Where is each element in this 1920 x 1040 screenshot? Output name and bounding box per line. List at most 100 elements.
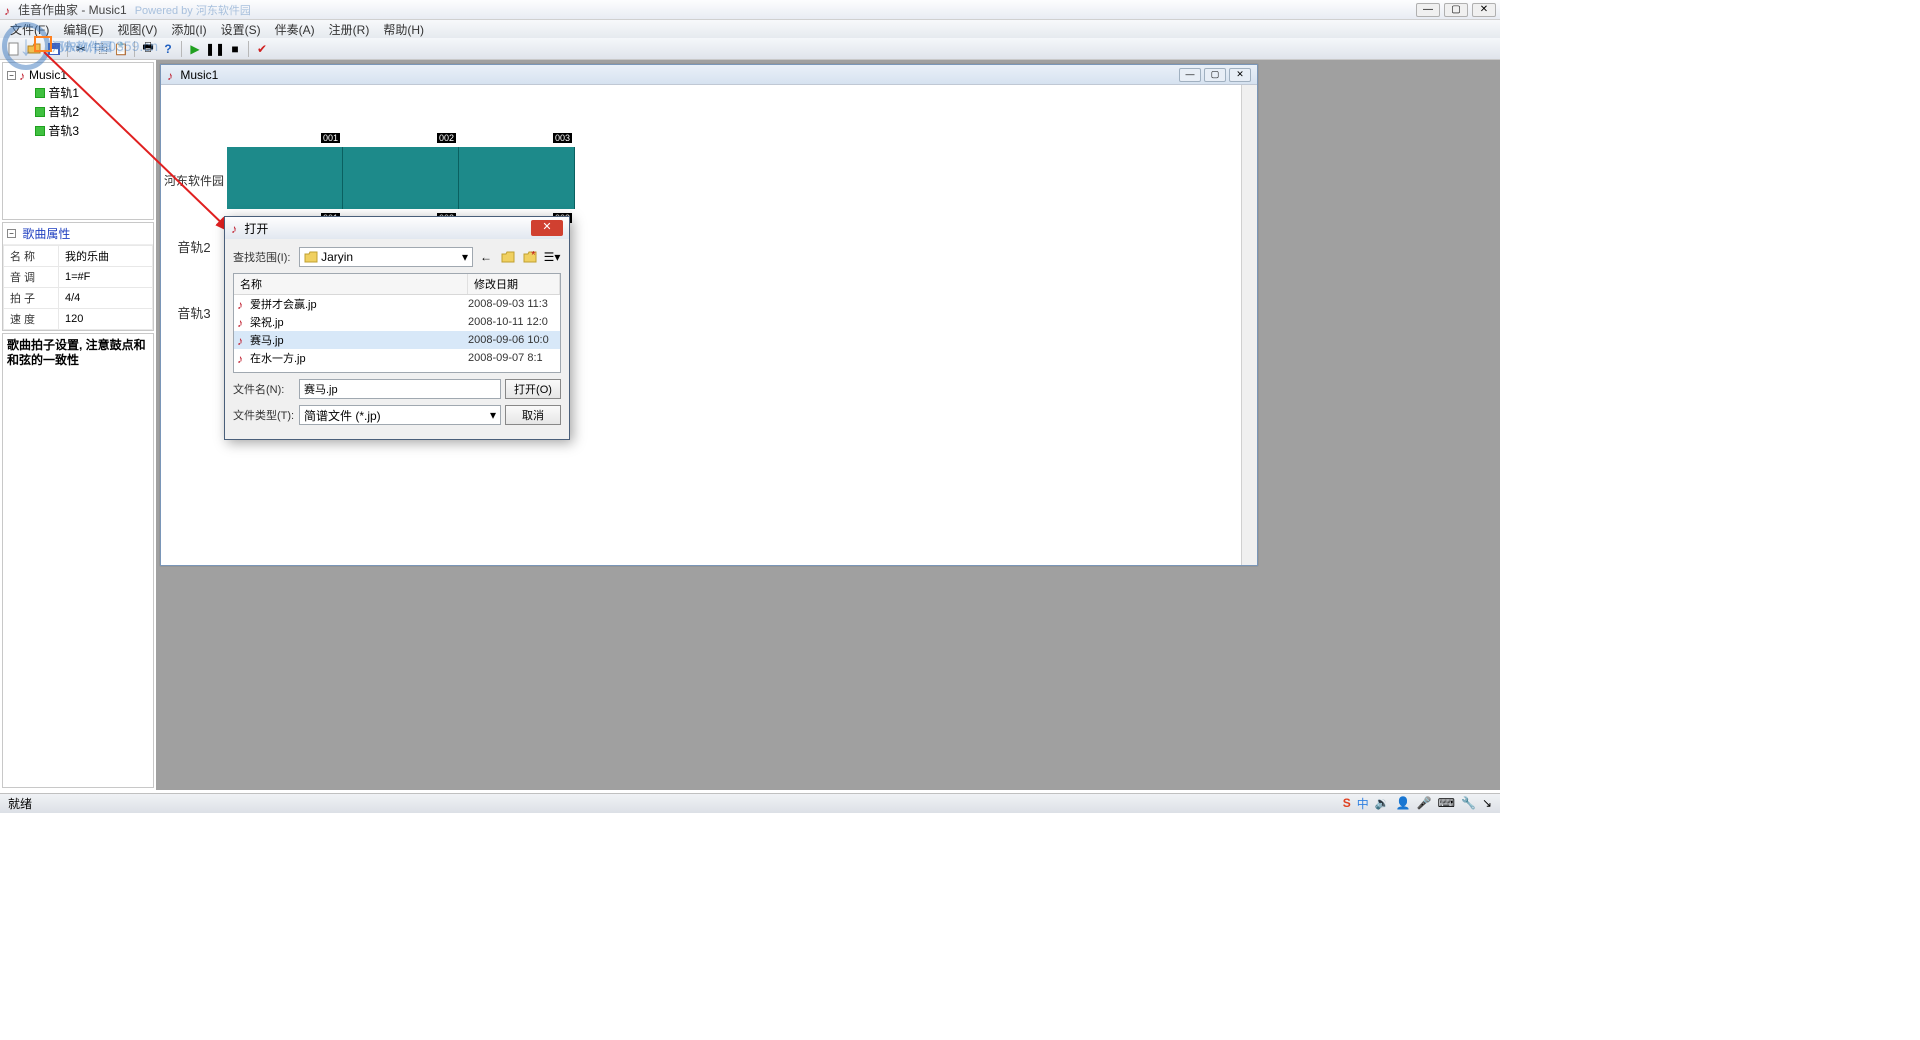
- marker: 001: [321, 133, 340, 143]
- properties-header: − 歌曲属性: [3, 223, 153, 245]
- play-button[interactable]: ▶: [186, 40, 204, 58]
- track-block[interactable]: 002002: [343, 147, 459, 209]
- file-date: 2008-09-07 8:1: [468, 352, 543, 364]
- collapse-icon[interactable]: −: [7, 229, 16, 238]
- tree-track-3-label: 音轨3: [48, 122, 79, 139]
- track-block[interactable]: 001001: [227, 147, 343, 209]
- app-titlebar: 佳音作曲家 - Music1 Powered by 河东软件园 — ▢ ✕: [0, 0, 1500, 20]
- help-pane: 歌曲拍子设置, 注意鼓点和和弦的一致性: [2, 333, 154, 788]
- tray-icon-6[interactable]: ↘: [1482, 796, 1492, 810]
- ime-icon[interactable]: S: [1343, 796, 1351, 810]
- menu-edit[interactable]: 编辑(E): [57, 20, 109, 39]
- ime-lang-icon[interactable]: 中: [1357, 795, 1369, 812]
- view-menu-button[interactable]: ☰▾: [543, 248, 561, 266]
- col-name[interactable]: 名称: [234, 274, 468, 294]
- doc-minimize-button[interactable]: —: [1179, 68, 1201, 82]
- pause-button[interactable]: ❚❚: [206, 40, 224, 58]
- prop-row-tempo[interactable]: 速 度120: [4, 309, 153, 330]
- tree-root[interactable]: − Music1: [7, 67, 149, 83]
- folder-icon: [304, 251, 318, 263]
- new-folder-button[interactable]: *: [521, 248, 539, 266]
- back-button[interactable]: ←: [477, 248, 495, 266]
- tree-track-3[interactable]: 音轨3: [7, 121, 149, 140]
- doc-titlebar[interactable]: Music1 — ▢ ✕: [161, 65, 1257, 85]
- prop-key: 音 调: [4, 267, 59, 288]
- system-tray: S 中 🔉 👤 🎤 ⌨ 🔧 ↘: [1335, 793, 1500, 813]
- doc-close-button[interactable]: ✕: [1229, 68, 1251, 82]
- prop-value: 120: [59, 309, 153, 330]
- dialog-titlebar[interactable]: 打开 ✕: [225, 217, 569, 239]
- toolbar-sep-3: [181, 41, 182, 57]
- tray-icon-2[interactable]: 👤: [1396, 796, 1411, 810]
- list-item[interactable]: 梁祝.jp2008-10-11 12:0: [234, 313, 560, 331]
- check-button[interactable]: ✔: [253, 40, 271, 58]
- tree-track-1[interactable]: 音轨1: [7, 83, 149, 102]
- minimize-button[interactable]: —: [1416, 3, 1440, 17]
- menu-add[interactable]: 添加(I): [165, 20, 212, 39]
- prop-key: 速 度: [4, 309, 59, 330]
- file-icon: [237, 298, 247, 310]
- dialog-close-button[interactable]: ✕: [531, 220, 563, 236]
- menu-settings[interactable]: 设置(S): [215, 20, 267, 39]
- dialog-nav-toolbar: ← * ☰▾: [477, 248, 561, 266]
- menu-register[interactable]: 注册(R): [323, 20, 376, 39]
- vertical-scrollbar[interactable]: [1241, 85, 1257, 565]
- cancel-button[interactable]: 取消: [505, 405, 561, 425]
- tree-root-label: Music1: [29, 68, 67, 82]
- up-button[interactable]: [499, 248, 517, 266]
- file-name: 爱拼才会赢.jp: [250, 296, 468, 312]
- tree-toggle-icon[interactable]: −: [7, 71, 16, 80]
- list-item[interactable]: 赛马.jp2008-09-06 10:0: [234, 331, 560, 349]
- maximize-button[interactable]: ▢: [1444, 3, 1468, 17]
- list-item[interactable]: 在水一方.jp2008-09-07 8:1: [234, 349, 560, 367]
- track-3-label: 音轨3: [161, 279, 227, 345]
- properties-title: 歌曲属性: [22, 225, 70, 242]
- close-button[interactable]: ✕: [1472, 3, 1496, 17]
- tray-icon-3[interactable]: 🎤: [1417, 796, 1432, 810]
- menu-accomp[interactable]: 伴奏(A): [269, 20, 321, 39]
- filename-label: 文件名(N):: [233, 381, 295, 397]
- help-button[interactable]: ?: [159, 40, 177, 58]
- prop-value: 4/4: [59, 288, 153, 309]
- col-date[interactable]: 修改日期: [468, 274, 560, 294]
- doc-icon: [167, 69, 177, 81]
- tray-icon-5[interactable]: 🔧: [1461, 796, 1476, 810]
- doc-maximize-button[interactable]: ▢: [1204, 68, 1226, 82]
- open-button[interactable]: [25, 40, 43, 58]
- window-controls: — ▢ ✕: [1416, 3, 1496, 17]
- open-dialog: 打开 ✕ 查找范围(I): Jaryin ▾ ← * ☰▾ 名称 修改日期: [224, 216, 570, 440]
- filetype-row: 文件类型(T): 简谱文件 (*.jp) ▾ 取消: [233, 405, 561, 425]
- menu-file[interactable]: 文件(F): [4, 20, 55, 39]
- file-list-header: 名称 修改日期: [234, 274, 560, 295]
- stop-button[interactable]: ■: [226, 40, 244, 58]
- menu-view[interactable]: 视图(V): [111, 20, 163, 39]
- list-item[interactable]: 爱拼才会赢.jp2008-09-03 11:3: [234, 295, 560, 313]
- dialog-body: 查找范围(I): Jaryin ▾ ← * ☰▾ 名称 修改日期 爱拼才会赢.j…: [225, 239, 569, 439]
- new-button[interactable]: [5, 40, 23, 58]
- menu-help[interactable]: 帮助(H): [377, 20, 430, 39]
- track-block[interactable]: 003003: [459, 147, 575, 209]
- track-icon: [35, 88, 45, 98]
- app-icon: [4, 4, 14, 16]
- open-confirm-button[interactable]: 打开(O): [505, 379, 561, 399]
- title-extras: Powered by 河东软件园: [135, 2, 251, 18]
- folder-combo[interactable]: Jaryin ▾: [299, 247, 473, 267]
- track-1[interactable]: 河东软件园 001001 002002 003003: [161, 147, 1257, 213]
- file-list-body[interactable]: 爱拼才会赢.jp2008-09-03 11:3 梁祝.jp2008-10-11 …: [234, 295, 560, 373]
- file-name: 赛马.jp: [250, 332, 468, 348]
- prop-row-name[interactable]: 名 称我的乐曲: [4, 246, 153, 267]
- filename-input[interactable]: [299, 379, 501, 399]
- prop-row-key[interactable]: 音 调1=#F: [4, 267, 153, 288]
- file-date: 2008-09-06 10:0: [468, 334, 549, 346]
- chevron-down-icon: ▾: [490, 408, 496, 422]
- toolbar: ✂ ⿻ 📋 🖶 ? ▶ ❚❚ ■ ✔: [0, 38, 1500, 60]
- track-1-content[interactable]: 001001 002002 003003: [227, 147, 1257, 213]
- filetype-combo[interactable]: 简谱文件 (*.jp) ▾: [299, 405, 501, 425]
- tree-track-2[interactable]: 音轨2: [7, 102, 149, 121]
- filename-row: 文件名(N): 打开(O): [233, 379, 561, 399]
- tree-track-1-label: 音轨1: [48, 84, 79, 101]
- tray-icon-4[interactable]: ⌨: [1438, 796, 1455, 810]
- prop-row-time[interactable]: 拍 子4/4: [4, 288, 153, 309]
- tray-icon-1[interactable]: 🔉: [1375, 796, 1390, 810]
- file-list: 名称 修改日期 爱拼才会赢.jp2008-09-03 11:3 梁祝.jp200…: [233, 273, 561, 373]
